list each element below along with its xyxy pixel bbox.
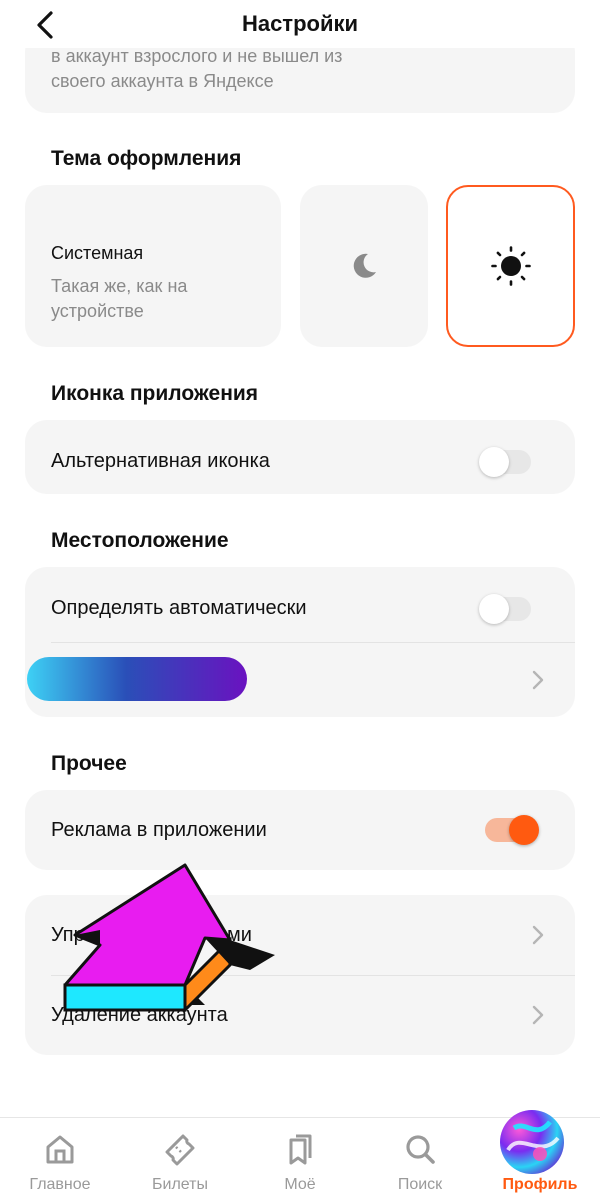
chevron-right-icon xyxy=(532,670,544,690)
chevron-right-icon xyxy=(532,925,544,945)
avatar xyxy=(500,1110,564,1174)
home-icon xyxy=(46,1135,74,1164)
ads-row[interactable]: Реклама в приложении xyxy=(25,790,575,870)
search-icon xyxy=(406,1135,435,1164)
tab-profile[interactable]: Профиль xyxy=(480,1110,600,1200)
alt-icon-row[interactable]: Альтернативная иконка xyxy=(25,420,575,494)
theme-system-label: Системная xyxy=(51,243,144,263)
toggle-knob xyxy=(479,447,509,477)
toggle-knob xyxy=(509,815,539,845)
chevron-right-icon xyxy=(532,1005,544,1025)
alt-icon-toggle[interactable] xyxy=(479,447,531,477)
auto-location-label: Определять автоматически xyxy=(51,597,307,619)
ads-label: Реклама в приложении xyxy=(51,819,267,841)
auto-location-toggle[interactable] xyxy=(479,594,531,624)
theme-system-option[interactable]: Системная Такая же, как на устройстве xyxy=(25,185,281,347)
tab-tickets-label: Билеты xyxy=(152,1176,208,1193)
tab-mine[interactable]: Моё xyxy=(240,1118,360,1200)
avatar-pattern-icon xyxy=(506,1120,560,1161)
tab-search-label: Поиск xyxy=(397,1176,443,1193)
city-row[interactable] xyxy=(25,643,575,717)
location-card: Определять автоматически xyxy=(25,567,575,717)
auto-location-row[interactable]: Определять автоматически xyxy=(25,567,575,642)
ticket-icon xyxy=(165,1134,195,1166)
alt-icon-label: Альтернативная иконка xyxy=(51,450,270,472)
header: Настройки xyxy=(0,0,600,48)
sun-icon xyxy=(490,246,531,286)
bookmarks-icon xyxy=(289,1134,312,1165)
city-value-redacted xyxy=(27,657,247,701)
app-icon-section-title: Иконка приложения xyxy=(51,382,259,405)
theme-section-title: Тема оформления xyxy=(51,147,242,170)
tab-profile-label: Профиль xyxy=(502,1176,578,1193)
tab-home-label: Главное xyxy=(29,1176,91,1193)
tab-mine-label: Моё xyxy=(284,1176,316,1193)
ads-toggle[interactable] xyxy=(485,815,539,845)
theme-dark-option[interactable] xyxy=(300,185,428,347)
account-note-text: в аккаунт взрослого и не вышел из своего… xyxy=(51,44,342,94)
tab-bar: Главное Билеты Моё Поиск Профиль xyxy=(0,1110,600,1200)
theme-light-option[interactable] xyxy=(446,185,575,347)
moon-icon xyxy=(353,253,376,278)
theme-system-description: Такая же, как на устройстве xyxy=(51,276,188,321)
tab-search[interactable]: Поиск xyxy=(360,1118,480,1200)
arrow-sticker-icon xyxy=(63,863,275,1014)
account-note-line2: своего аккаунта в Яндексе xyxy=(51,71,274,91)
other-section-title: Прочее xyxy=(51,752,127,775)
toggle-knob xyxy=(479,594,509,624)
tab-home[interactable]: Главное xyxy=(0,1118,120,1200)
tab-tickets[interactable]: Билеты xyxy=(120,1118,240,1200)
page-title: Настройки xyxy=(241,11,359,36)
location-section-title: Местоположение xyxy=(51,529,229,552)
